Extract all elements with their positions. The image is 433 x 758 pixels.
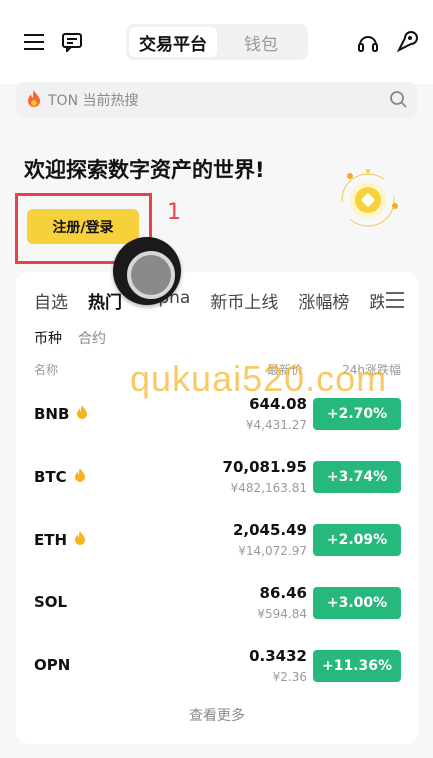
hot-fire-icon	[75, 404, 89, 424]
tab-gainers[interactable]: 涨幅榜	[298, 288, 349, 318]
row-change-badge: +3.00%	[313, 587, 401, 619]
profile-tag-icon[interactable]	[393, 28, 421, 56]
view-more-link[interactable]: 查看更多	[16, 705, 418, 725]
row-price: 2,045.49	[232, 521, 307, 539]
row-price: 70,081.95	[222, 458, 307, 476]
row-symbol: BTC	[34, 467, 87, 487]
market-subtabs: 币种 合约	[34, 328, 122, 348]
table-row[interactable]: BNB 644.08 ¥4,431.27 +2.70%	[34, 384, 401, 447]
row-price: 0.3432	[249, 647, 307, 665]
row-symbol: BNB	[34, 404, 89, 424]
coin-illustration-icon	[338, 164, 404, 230]
top-bar: 交易平台 钱包	[0, 0, 433, 84]
search-bar[interactable]: TON 当前热搜	[16, 82, 417, 118]
market-tabs: 自选 热门 Alpha 新币上线 涨幅榜 跌	[34, 288, 384, 318]
annotation-number: 1	[167, 200, 181, 225]
row-symbol: OPN	[34, 656, 70, 674]
column-change: 24h涨跌幅	[342, 363, 401, 377]
hot-fire-icon	[73, 467, 87, 487]
row-price: 644.08	[249, 395, 307, 413]
column-price: 最新价	[267, 363, 304, 377]
table-row[interactable]: SOL 86.46 ¥594.84 +3.00%	[34, 573, 401, 636]
register-login-button[interactable]: 注册/登录	[27, 209, 139, 244]
market-card: 自选 热门 Alpha 新币上线 涨幅榜 跌 币种 合约 名称 最新价 24h涨…	[16, 272, 418, 744]
fire-icon	[26, 89, 42, 111]
segment-exchange[interactable]: 交易平台	[129, 27, 217, 57]
menu-icon[interactable]	[20, 28, 48, 56]
row-cny-price: ¥594.84	[257, 607, 307, 621]
symbol-text: ETH	[34, 531, 68, 549]
row-cny-price: ¥482,163.81	[230, 481, 307, 495]
row-symbol: ETH	[34, 530, 87, 550]
subtab-spot[interactable]: 币种	[34, 328, 62, 348]
subtab-futures[interactable]: 合约	[78, 328, 106, 348]
tabs-menu-icon[interactable]	[386, 292, 404, 312]
symbol-text: BNB	[34, 405, 70, 423]
column-name: 名称	[34, 363, 59, 377]
tab-favorites[interactable]: 自选	[34, 288, 68, 318]
symbol-text: BTC	[34, 468, 67, 486]
search-placeholder: TON 当前热搜	[48, 93, 139, 109]
welcome-hero: 欢迎探索数字资产的世界! 注册/登录 1	[0, 120, 433, 280]
platform-switch: 交易平台 钱包	[126, 24, 308, 60]
floating-assistive-button[interactable]	[113, 237, 181, 305]
segment-wallet[interactable]: 钱包	[217, 27, 305, 57]
tab-new-listings[interactable]: 新币上线	[210, 288, 278, 318]
tab-hot[interactable]: 热门	[88, 288, 122, 318]
table-row[interactable]: ETH 2,045.49 ¥14,072.97 +2.09%	[34, 510, 401, 573]
row-symbol: SOL	[34, 593, 67, 611]
table-row[interactable]: BTC 70,081.95 ¥482,163.81 +3.74%	[34, 447, 401, 510]
symbol-text: SOL	[34, 593, 68, 611]
row-price: 86.46	[259, 584, 307, 602]
announcement-icon[interactable]	[58, 28, 86, 56]
row-change-badge: +11.36%	[313, 650, 401, 682]
row-change-badge: +2.70%	[313, 398, 401, 430]
hero-title: 欢迎探索数字资产的世界!	[24, 158, 265, 182]
row-cny-price: ¥2.36	[272, 670, 307, 684]
table-row[interactable]: OPN 0.3432 ¥2.36 +11.36%	[34, 636, 401, 699]
hot-fire-icon	[73, 530, 87, 550]
row-cny-price: ¥4,431.27	[245, 418, 307, 432]
row-change-badge: +3.74%	[313, 461, 401, 493]
headset-icon[interactable]	[354, 29, 382, 57]
tab-losers[interactable]: 跌	[369, 288, 384, 318]
search-icon[interactable]	[389, 90, 407, 112]
row-change-badge: +2.09%	[313, 524, 401, 556]
symbol-text: OPN	[34, 656, 71, 674]
row-cny-price: ¥14,072.97	[238, 544, 307, 558]
